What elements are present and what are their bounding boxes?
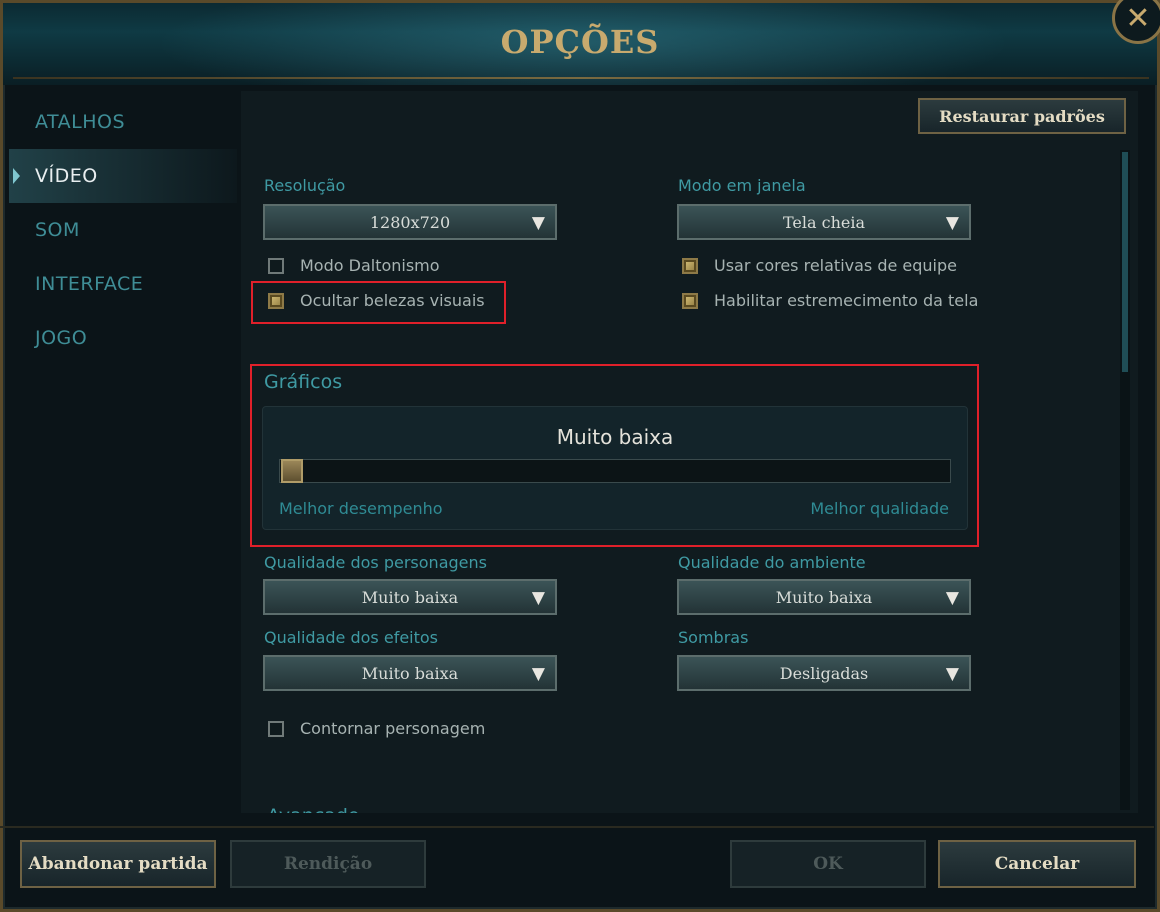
environment-quality-select[interactable]: Muito baixa ▼: [677, 579, 971, 615]
effects-quality-label: Qualidade dos efeitos: [264, 628, 439, 647]
checkbox-box[interactable]: [268, 720, 284, 737]
window-mode-value: Tela cheia: [782, 212, 866, 232]
screen-shake-checkbox[interactable]: Habilitar estremecimento da tela: [682, 291, 978, 310]
sidebar-item-interface[interactable]: INTERFACE: [9, 257, 237, 311]
window-header: OPÇÕES: [3, 3, 1157, 85]
screen-shake-label: Habilitar estremecimento da tela: [714, 291, 979, 310]
shadows-value: Desligadas: [779, 663, 869, 683]
chevron-down-icon: ▼: [945, 588, 959, 608]
checkbox-box-checked[interactable]: [682, 257, 698, 274]
character-quality-label: Qualidade dos personagens: [264, 553, 487, 572]
scrollbar-thumb[interactable]: [1122, 152, 1128, 372]
effects-quality-select[interactable]: Muito baixa ▼: [263, 655, 557, 691]
sidebar-item-som[interactable]: SOM: [9, 203, 237, 257]
relative-team-colors-checkbox[interactable]: Usar cores relativas de equipe: [682, 256, 957, 275]
window-mode-select[interactable]: Tela cheia ▼: [677, 204, 971, 240]
header-divider: [13, 77, 1149, 79]
surrender-button[interactable]: Rendição: [230, 840, 426, 888]
effects-quality-value: Muito baixa: [361, 663, 459, 683]
chevron-down-icon: ▼: [945, 213, 959, 233]
sidebar-item-jogo[interactable]: JOGO: [9, 311, 237, 365]
character-quality-select[interactable]: Muito baixa ▼: [263, 579, 557, 615]
abandon-match-button[interactable]: Abandonar partida: [20, 840, 216, 888]
environment-quality-label: Qualidade do ambiente: [678, 553, 866, 572]
outline-character-checkbox[interactable]: Contornar personagem: [268, 719, 485, 738]
relative-team-colors-label: Usar cores relativas de equipe: [714, 256, 957, 275]
advanced-section-title: Avançado: [267, 805, 360, 813]
environment-quality-value: Muito baixa: [775, 587, 873, 607]
cancel-button[interactable]: Cancelar: [938, 840, 1136, 888]
resolution-label: Resolução: [264, 176, 346, 195]
chevron-down-icon: ▼: [945, 664, 959, 684]
shadows-label: Sombras: [678, 628, 749, 647]
highlight-box-graphics: [250, 364, 979, 547]
checkbox-box[interactable]: [268, 257, 284, 274]
colorblind-label: Modo Daltonismo: [300, 256, 440, 275]
outline-character-label: Contornar personagem: [300, 719, 486, 738]
resolution-value: 1280x720: [369, 212, 451, 232]
resolution-select[interactable]: 1280x720 ▼: [263, 204, 557, 240]
sidebar-item-video[interactable]: VÍDEO: [9, 149, 237, 203]
colorblind-checkbox[interactable]: Modo Daltonismo: [268, 256, 440, 275]
chevron-down-icon: ▼: [531, 664, 545, 684]
character-quality-value: Muito baixa: [361, 587, 459, 607]
checkbox-box-checked[interactable]: [682, 292, 698, 309]
highlight-box-eye-candy: [251, 281, 506, 324]
chevron-down-icon: ▼: [531, 588, 545, 608]
sidebar-item-atalhos[interactable]: ATALHOS: [9, 95, 237, 149]
shadows-select[interactable]: Desligadas ▼: [677, 655, 971, 691]
ok-button[interactable]: OK: [730, 840, 926, 888]
restore-defaults-button[interactable]: Restaurar padrões: [918, 98, 1126, 134]
window-mode-label: Modo em janela: [678, 176, 806, 195]
footer-divider: [0, 826, 1154, 828]
chevron-down-icon: ▼: [531, 213, 545, 233]
window-title: OPÇÕES: [500, 23, 660, 61]
sidebar: ATALHOS VÍDEO SOM INTERFACE JOGO: [9, 95, 237, 365]
